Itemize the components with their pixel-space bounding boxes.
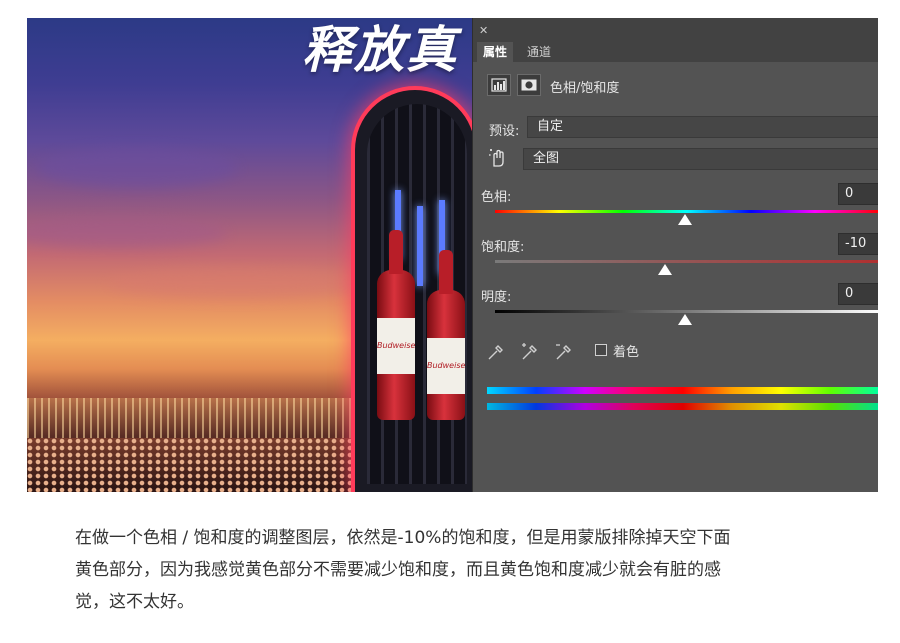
beer-bottle: Budweiser	[377, 230, 415, 420]
bottle-neck	[389, 230, 403, 274]
histogram-icon	[491, 78, 507, 92]
panel-tabbar: ✕ 属性 通道	[473, 18, 878, 62]
adjustment-layer-icon[interactable]	[487, 74, 511, 96]
saturation-slider-track[interactable]	[495, 260, 878, 263]
tab-properties[interactable]: 属性	[477, 42, 514, 62]
neon-stage: Budweiser Budweiser	[355, 90, 475, 492]
eyedropper-icon[interactable]	[485, 341, 507, 363]
bottle-label: Budweiser	[427, 338, 465, 394]
input-color-bar	[487, 387, 878, 394]
lightness-slider-thumb[interactable]	[678, 314, 692, 325]
close-icon[interactable]: ✕	[479, 24, 488, 37]
saturation-label: 饱和度:	[481, 240, 525, 255]
hue-slider-track[interactable]	[495, 210, 878, 213]
poster-scene: 释放真 Budweiser Budweiser	[27, 18, 475, 492]
lightness-input[interactable]: 0	[838, 283, 878, 305]
bottle-label: Budweiser	[377, 318, 415, 374]
caption-line: 黄色部分，因为我感觉黄色部分不需要减少饱和度，而且黄色饱和度减少就会有脏的感	[75, 560, 721, 580]
poster-headline: 释放真	[302, 21, 458, 79]
eyedropper-plus-icon[interactable]	[519, 341, 541, 363]
colorize-checkbox[interactable]	[595, 344, 607, 356]
layer-name: 色相/饱和度	[550, 81, 620, 96]
beer-bottle: Budweiser	[427, 250, 465, 420]
output-color-bar	[487, 403, 878, 410]
cloud	[27, 218, 227, 248]
tab-channels[interactable]: 通道	[521, 42, 557, 62]
layer-mask-icon	[521, 79, 537, 91]
saturation-slider-thumb[interactable]	[658, 264, 672, 275]
neon-tube	[417, 206, 423, 286]
targeted-adjustment-hand-icon[interactable]	[487, 146, 509, 168]
caption-line: 在做一个色相 / 饱和度的调整图层，依然是-10%的饱和度，但是用蒙版排除掉天空…	[75, 528, 731, 548]
lightness-slider-track[interactable]	[495, 310, 878, 313]
hue-input[interactable]: 0	[838, 183, 878, 205]
hue-label: 色相:	[481, 190, 512, 205]
caption-line: 觉，这不太好。	[75, 592, 194, 612]
cloud	[107, 268, 367, 298]
properties-panel: ✕ 属性 通道 色相/饱和度 预设: 自定 全图 色相: 0 饱和度: -10 …	[472, 18, 878, 492]
eyedropper-minus-icon[interactable]	[553, 341, 575, 363]
preset-label: 预设:	[489, 124, 520, 139]
range-dropdown[interactable]: 全图	[523, 148, 878, 170]
article-caption: 在做一个色相 / 饱和度的调整图层，依然是-10%的饱和度，但是用蒙版排除掉天空…	[75, 522, 835, 618]
saturation-input[interactable]: -10	[838, 233, 878, 255]
colorize-label: 着色	[613, 345, 640, 360]
cloud	[37, 148, 237, 188]
lightness-label: 明度:	[481, 290, 512, 305]
screenshot-image: 释放真 Budweiser Budweiser ✕ 属性 通道 色相/饱和度 预…	[27, 18, 878, 492]
preset-dropdown[interactable]: 自定	[527, 116, 878, 138]
mask-icon[interactable]	[517, 74, 541, 96]
bottle-neck	[439, 250, 453, 294]
hue-slider-thumb[interactable]	[678, 214, 692, 225]
